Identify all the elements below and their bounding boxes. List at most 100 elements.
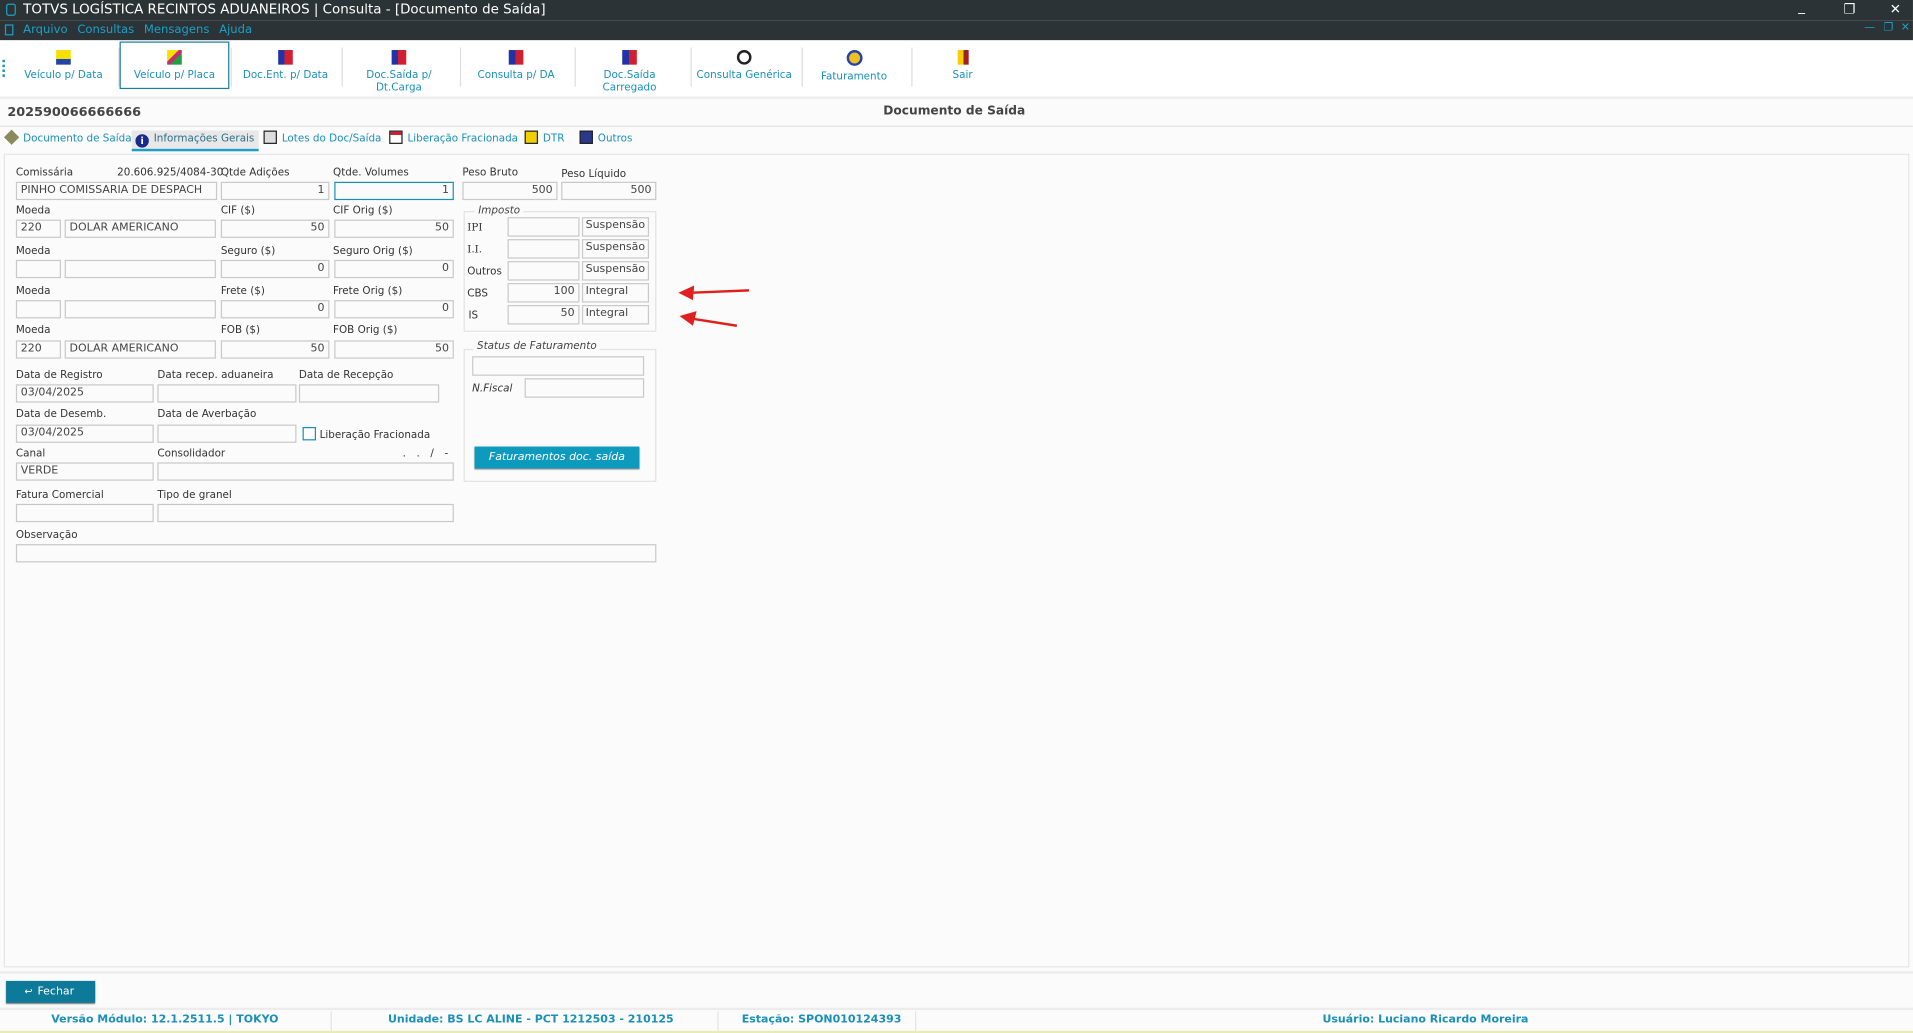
fob-moeda-code-field[interactable]: 220	[15, 340, 61, 359]
cif-moeda-code-field[interactable]: 220	[15, 219, 61, 238]
frete-field[interactable]: 0	[220, 300, 330, 319]
fechar-button[interactable]: ↩ Fechar	[6, 980, 96, 1003]
toolbar-label: Consulta Genérica	[696, 69, 792, 82]
toolbar-faturamento[interactable]: Faturamento	[803, 43, 905, 92]
tab-label: Liberação Fracionada	[407, 132, 519, 146]
peso-liquido-field[interactable]: 500	[561, 181, 657, 201]
consolidador-field[interactable]	[157, 462, 454, 481]
is-regime-field[interactable]: Integral	[581, 305, 650, 325]
menu-consultas[interactable]: Consultas	[77, 23, 134, 36]
toolbar-veiculo-placa[interactable]: Veículo p/ Placa	[119, 41, 230, 90]
outros-value-field[interactable]	[507, 261, 580, 281]
qtde-volumes-label: Qtde. Volumes	[333, 167, 409, 180]
comissaria-cnpj: 20.606.925/4084-30	[117, 167, 224, 180]
title-bar: TOTVS LOGÍSTICA RECINTOS ADUANEIROS | Co…	[0, 0, 1913, 21]
frete-orig-field[interactable]: 0	[334, 300, 454, 319]
document-check-icon	[508, 50, 524, 65]
toolbar-label: Consulta p/ DA	[477, 69, 555, 82]
status-faturamento-field[interactable]	[472, 356, 645, 376]
data-desemb-field[interactable]: 03/04/2025	[15, 424, 154, 443]
exit-door-icon	[957, 50, 969, 65]
cbs-value-field[interactable]: 100	[507, 283, 580, 303]
peso-bruto-label: Peso Bruto	[462, 167, 519, 180]
toolbar-consulta-generica[interactable]: Consulta Genérica	[692, 43, 797, 92]
fatura-comercial-field[interactable]	[15, 503, 154, 523]
toolbar-doc-ent-data[interactable]: Doc.Ent. p/ Data	[232, 43, 339, 92]
release-icon	[389, 130, 403, 144]
tab-documento-saida[interactable]: Documento de Saída	[3, 129, 132, 149]
nfiscal-label: N.Fiscal	[472, 383, 513, 396]
menu-app-icon	[4, 24, 14, 36]
tab-outros[interactable]: Outros	[579, 130, 633, 149]
fatura-comercial-label: Fatura Comercial	[15, 489, 104, 502]
ipi-value-field[interactable]	[507, 217, 580, 237]
outros-regime-field[interactable]: Suspensão	[581, 261, 650, 281]
data-recepcao-field[interactable]	[298, 384, 440, 403]
ii-label: I.I.	[467, 244, 483, 257]
fob-field[interactable]: 50	[220, 340, 330, 359]
child-restore-icon[interactable]: ❐	[1884, 22, 1894, 34]
cif-orig-field[interactable]: 50	[334, 219, 454, 238]
toolbar-sair[interactable]: Sair	[927, 43, 998, 92]
restore-icon[interactable]: ❐	[1843, 0, 1855, 20]
tab-dtr[interactable]: DTR	[524, 130, 565, 149]
data-averbacao-field[interactable]	[157, 424, 297, 443]
nfiscal-field[interactable]	[524, 378, 645, 398]
tab-liberacao-fracionada[interactable]: Liberação Fracionada	[389, 130, 519, 149]
cif-moeda-name-field[interactable]: DOLAR AMERICANO	[64, 219, 216, 238]
consolidador-label: Consolidador	[157, 447, 226, 460]
seguro-moeda-code-field[interactable]	[15, 259, 61, 279]
comissaria-field[interactable]: PINHO COMISSARIA DE DESPACH	[15, 181, 218, 201]
app-icon	[6, 3, 16, 16]
toolbar-grip[interactable]	[2, 59, 7, 77]
fob-label: FOB ($)	[220, 324, 261, 337]
toolbar-consulta-da[interactable]: Consulta p/ DA	[461, 43, 571, 92]
fechar-label: Fechar	[37, 985, 75, 998]
close-icon[interactable]: ✕	[1890, 0, 1901, 20]
toolbar-label: Faturamento	[820, 70, 888, 83]
tipo-granel-field[interactable]	[157, 503, 454, 523]
qtde-adicoes-field[interactable]: 1	[220, 181, 330, 201]
is-value-field[interactable]: 50	[507, 305, 580, 325]
child-close-icon[interactable]: ✕	[1901, 22, 1910, 34]
fob-orig-field[interactable]: 50	[334, 340, 454, 359]
status-separator	[330, 1011, 332, 1031]
toolbar-doc-saida-carregado[interactable]: Doc.Saída Carregado	[576, 43, 683, 94]
status-separator	[915, 1011, 917, 1031]
toolbar-label: Veículo p/ Data	[24, 69, 103, 82]
observacao-field[interactable]	[15, 544, 657, 563]
seguro-field[interactable]: 0	[220, 259, 330, 279]
seguro-orig-field[interactable]: 0	[334, 259, 454, 279]
cbs-regime-field[interactable]: Integral	[581, 283, 650, 303]
tab-label: Outros	[597, 132, 633, 146]
fob-moeda-name-field[interactable]: DOLAR AMERICANO	[64, 340, 216, 359]
tab-lotes[interactable]: Lotes do Doc/Saída	[263, 130, 382, 149]
canal-field[interactable]: VERDE	[15, 462, 154, 481]
menu-mensagens[interactable]: Mensagens	[144, 23, 209, 36]
ii-regime-field[interactable]: Suspensão	[581, 239, 650, 259]
data-registro-field[interactable]: 03/04/2025	[15, 384, 154, 403]
ii-value-field[interactable]	[507, 239, 580, 259]
seguro-moeda-name-field[interactable]	[64, 259, 216, 279]
faturamentos-doc-saida-button[interactable]: Faturamentos doc. saída	[474, 446, 640, 469]
cif-field[interactable]: 50	[220, 219, 330, 238]
toolbar-veiculo-data[interactable]: Veículo p/ Data	[15, 43, 113, 92]
menu-arquivo[interactable]: Arquivo	[23, 23, 67, 36]
menu-ajuda[interactable]: Ajuda	[219, 23, 252, 36]
tab-label: DTR	[542, 132, 565, 146]
toolbar-doc-saida-carga[interactable]: Doc.Saída p/ Dt.Carga	[343, 43, 455, 94]
data-recep-aduaneira-field[interactable]	[157, 384, 297, 403]
ipi-regime-field[interactable]: Suspensão	[581, 217, 650, 237]
liberacao-fracionada-checkbox[interactable]	[302, 427, 316, 441]
frete-moeda-name-field[interactable]	[64, 300, 216, 319]
tab-label: Lotes do Doc/Saída	[281, 132, 382, 146]
tab-informacoes-gerais[interactable]: i Informações Gerais	[131, 130, 260, 152]
minimize-icon[interactable]: _	[1798, 0, 1805, 17]
qtde-volumes-field[interactable]: 1	[334, 181, 454, 201]
qtde-adicoes-label: Qtde Adições	[220, 167, 290, 180]
data-desemb-label: Data de Desemb.	[15, 408, 107, 421]
frete-moeda-code-field[interactable]	[15, 300, 61, 319]
imposto-legend: Imposto	[474, 204, 524, 218]
child-minimize-icon[interactable]: —	[1864, 22, 1875, 34]
peso-bruto-field[interactable]: 500	[462, 181, 558, 201]
